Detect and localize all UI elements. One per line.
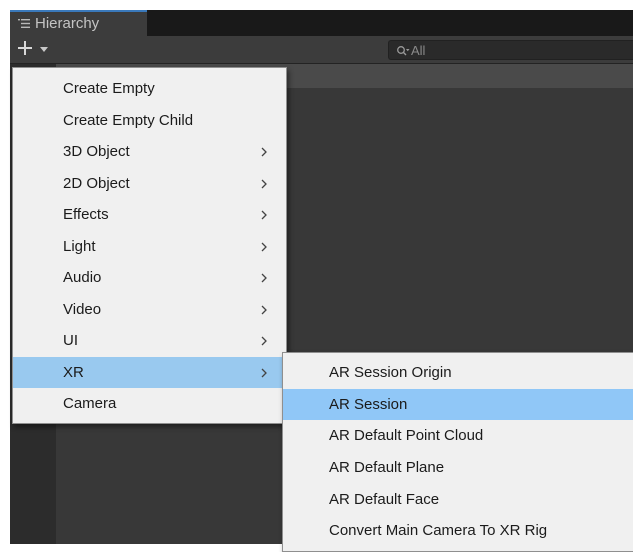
xr-submenu: AR Session Origin AR Session AR Default … — [282, 352, 633, 552]
submenu-item-ar-session[interactable]: AR Session — [283, 388, 633, 421]
create-context-menu: Create Empty Create Empty Child 3D Objec… — [12, 67, 287, 424]
search-input[interactable] — [411, 42, 611, 58]
chevron-right-icon — [261, 168, 271, 200]
menu-item-2d-object[interactable]: 2D Object — [13, 168, 286, 200]
tab-strip: Hierarchy — [10, 10, 633, 36]
menu-item-create-empty[interactable]: Create Empty — [13, 73, 286, 105]
menu-item-video[interactable]: Video — [13, 294, 286, 326]
chevron-down-icon — [40, 47, 48, 52]
chevron-right-icon — [261, 294, 271, 326]
tab-hierarchy[interactable]: Hierarchy — [10, 10, 147, 36]
menu-item-xr[interactable]: XR — [13, 356, 286, 389]
menu-item-3d-object[interactable]: 3D Object — [13, 136, 286, 168]
menu-item-light[interactable]: Light — [13, 231, 286, 263]
chevron-right-icon — [261, 231, 271, 263]
submenu-item-convert-main-camera[interactable]: Convert Main Camera To XR Rig — [283, 515, 633, 547]
menu-item-camera[interactable]: Camera — [13, 388, 286, 420]
menu-item-ui[interactable]: UI — [13, 325, 286, 357]
tab-label: Hierarchy — [35, 15, 100, 32]
chevron-right-icon — [261, 325, 271, 357]
menu-item-effects[interactable]: Effects — [13, 199, 286, 231]
chevron-right-icon — [261, 199, 271, 231]
submenu-item-ar-default-plane[interactable]: AR Default Plane — [283, 452, 633, 484]
submenu-item-ar-default-point-cloud[interactable]: AR Default Point Cloud — [283, 420, 633, 452]
add-button[interactable] — [14, 39, 58, 61]
menu-item-create-empty-child[interactable]: Create Empty Child — [13, 105, 286, 137]
list-icon — [18, 13, 30, 28]
plus-icon — [16, 39, 34, 60]
hierarchy-toolbar — [10, 36, 633, 64]
chevron-right-icon — [261, 136, 271, 168]
submenu-item-ar-default-face[interactable]: AR Default Face — [283, 484, 633, 516]
chevron-right-icon — [261, 357, 271, 389]
menu-item-audio[interactable]: Audio — [13, 262, 286, 294]
chevron-right-icon — [261, 262, 271, 294]
submenu-item-ar-session-origin[interactable]: AR Session Origin — [283, 357, 633, 389]
search-field[interactable] — [388, 40, 633, 60]
search-filter-icon — [396, 44, 410, 62]
